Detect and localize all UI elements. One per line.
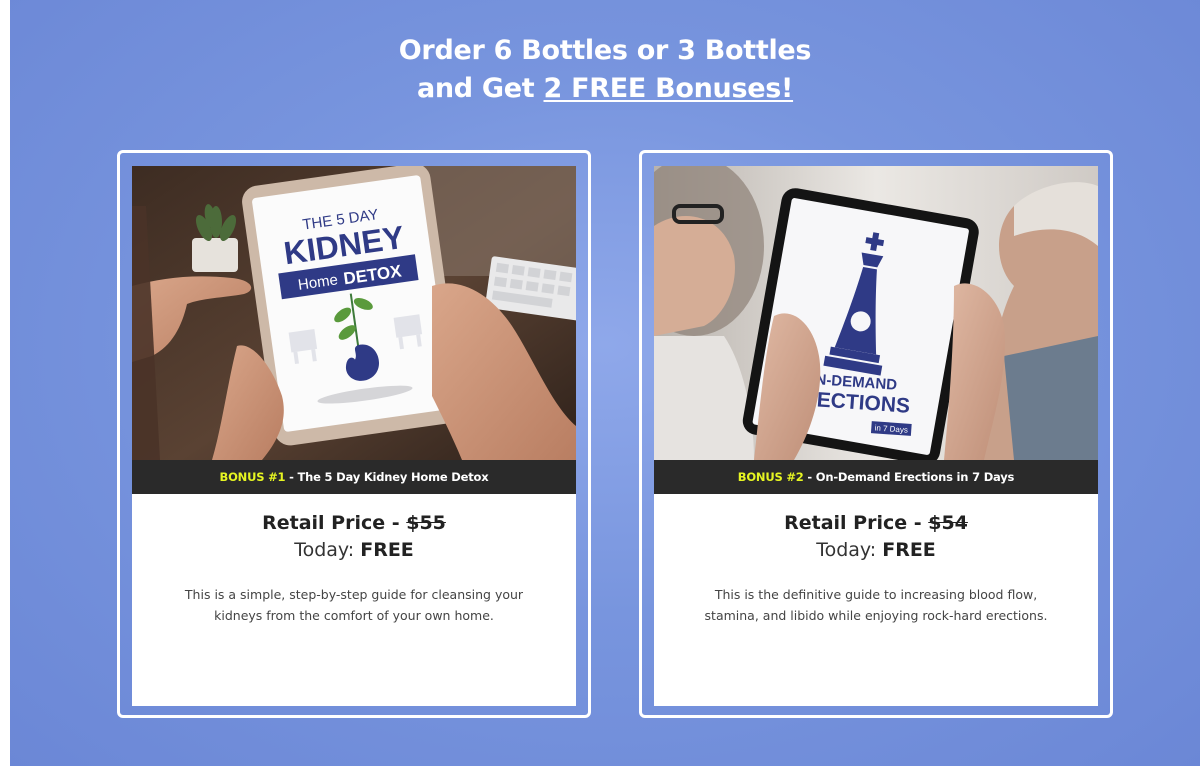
headline-line-1: Order 6 Bottles or 3 Bottles [398, 35, 812, 66]
bonus-2-tag: BONUS #2 [737, 470, 804, 484]
bonus-2-today-price: Today: FREE [654, 537, 1098, 563]
bonus-card-2-body: ON-DEMAND ERECTIONS in 7 Days BONUS #2 -… [654, 166, 1098, 706]
bonus-1-tag: BONUS #1 [219, 470, 286, 484]
bonus-card-1: THE 5 DAY KIDNEY Home DETOX BONUS #1 - T… [117, 150, 591, 718]
retail-price-label: Retail Price - [262, 512, 407, 534]
today-value: FREE [360, 539, 414, 561]
bonus-card-2: ON-DEMAND ERECTIONS in 7 Days BONUS #2 -… [639, 150, 1113, 718]
kidney-detox-tablet-image: THE 5 DAY KIDNEY Home DETOX [132, 166, 576, 460]
bonus-section: Order 6 Bottles or 3 Bottles and Get 2 F… [10, 0, 1200, 766]
today-value: FREE [882, 539, 936, 561]
bonus-1-title: - The 5 Day Kidney Home Detox [285, 470, 489, 484]
free-bonuses-link[interactable]: 2 FREE Bonuses! [544, 73, 794, 104]
bonus-1-description: This is a simple, step-by-step guide for… [184, 587, 524, 623]
section-headline: Order 6 Bottles or 3 Bottles and Get 2 F… [10, 32, 1200, 108]
retail-price-value: $54 [928, 512, 968, 534]
erections-guide-tablet-image: ON-DEMAND ERECTIONS in 7 Days [654, 166, 1098, 460]
today-label: Today: [294, 539, 361, 561]
bonus-2-retail-price: Retail Price - $54 [654, 510, 1098, 536]
retail-price-value: $55 [406, 512, 446, 534]
today-label: Today: [816, 539, 883, 561]
bonus-2-description: This is the definitive guide to increasi… [704, 587, 1048, 623]
bonus-card-1-body: THE 5 DAY KIDNEY Home DETOX BONUS #1 - T… [132, 166, 576, 706]
headline-line-2: and Get 2 FREE Bonuses! [10, 70, 1200, 108]
headline-prefix: and Get [416, 73, 544, 104]
retail-price-label: Retail Price - [784, 512, 929, 534]
bonus-1-caption: BONUS #1 - The 5 Day Kidney Home Detox [132, 460, 576, 494]
bonus-2-caption: BONUS #2 - On-Demand Erections in 7 Days [654, 460, 1098, 494]
bonus-1-retail-price: Retail Price - $55 [132, 510, 576, 536]
bonus-2-title: - On-Demand Erections in 7 Days [803, 470, 1015, 484]
bonus-1-today-price: Today: FREE [132, 537, 576, 563]
